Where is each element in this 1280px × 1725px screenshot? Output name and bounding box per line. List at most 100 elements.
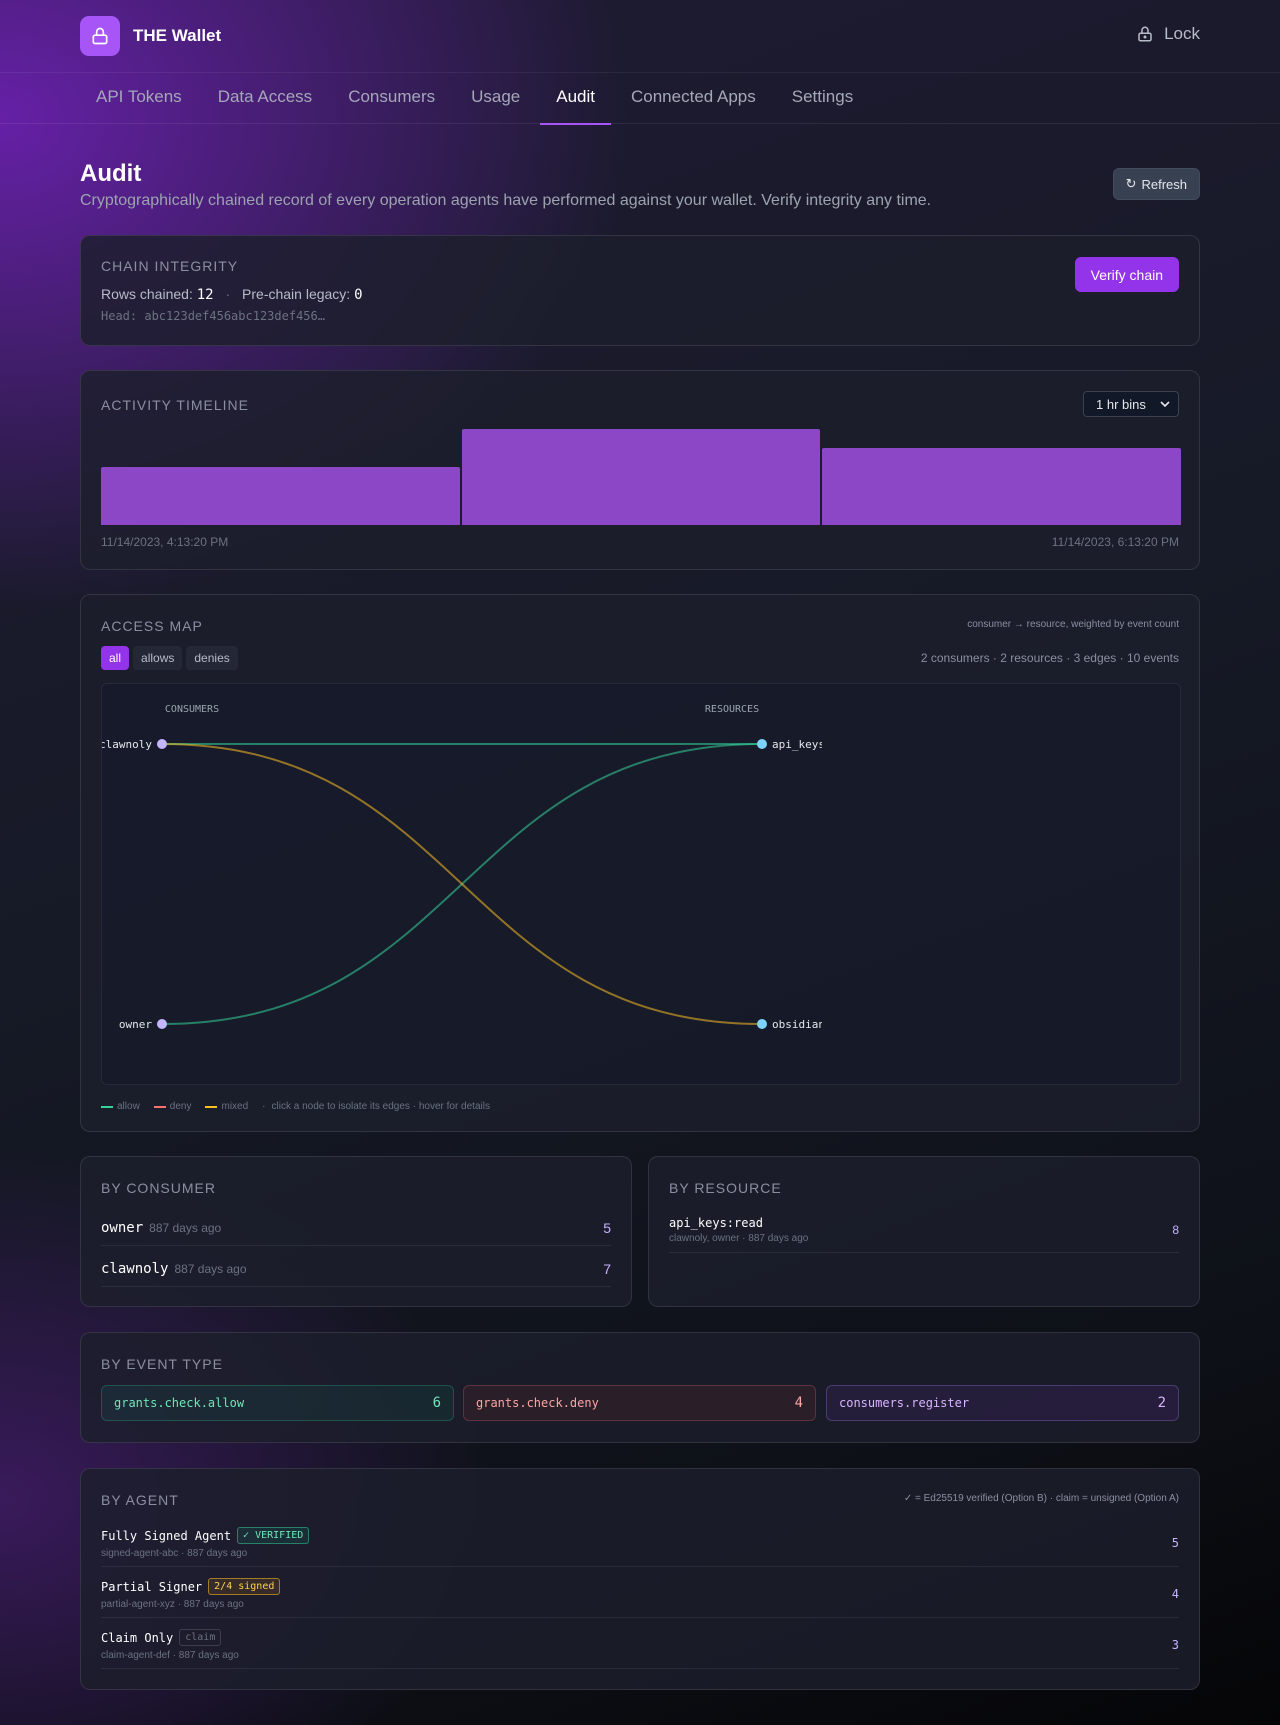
consumer-row-owner[interactable]: owner 887 days ago	[101, 1220, 221, 1236]
by-event-type-card: BY EVENT TYPE grants.check.allow 6 grants…	[80, 1332, 1200, 1443]
by-agent-note: ✓ = Ed25519 verified (Option B) · claim …	[903, 1493, 1179, 1504]
claim-badge: claim	[179, 1629, 222, 1646]
by-consumer-title: BY CONSUMER	[101, 1180, 216, 1196]
tab-connected-apps[interactable]: Connected Apps	[615, 73, 772, 124]
page-title: Audit	[80, 160, 142, 187]
access-map-summary: 2 consumers · 2 resources · 3 edges · 10…	[920, 651, 1179, 665]
event-type-consumers-register[interactable]: consumers.register 2	[826, 1385, 1179, 1421]
event-type-grants-check-allow[interactable]: grants.check.allow 6	[101, 1385, 454, 1421]
by-consumer-card: BY CONSUMER owner 887 days ago 5 clawnoly…	[80, 1156, 632, 1307]
by-event-type-title: BY EVENT TYPE	[101, 1356, 223, 1372]
refresh-button[interactable]: ↻ Refresh	[1112, 168, 1200, 200]
row-divider	[101, 1617, 1179, 1618]
tab-consumers[interactable]: Consumers	[332, 73, 451, 124]
agent-count-fully-signed: 5	[1171, 1536, 1179, 1550]
chain-head-hash: Head: abc123def456abc123def456…	[101, 309, 325, 323]
main-tabs: API Tokens Data Access Consumers Usage A…	[0, 73, 1280, 125]
chain-stats: Rows chained: 12 · Pre-chain legacy: 0	[101, 286, 363, 303]
resource-node-label: obsidian	[772, 1018, 825, 1031]
filter-allows[interactable]: allows	[133, 646, 183, 670]
resource-row-sub: clawnoly, owner · 887 days ago	[669, 1233, 809, 1244]
timeline-start-label: 11/14/2023, 4:13:20 PM	[101, 535, 229, 549]
resource-row-api-keys-read[interactable]: api_keys:read	[669, 1216, 763, 1230]
by-agent-card: BY AGENT ✓ = Ed25519 verified (Option B)…	[80, 1468, 1200, 1690]
app-title: THE Wallet	[133, 26, 222, 45]
refresh-icon: ↻	[1125, 176, 1137, 191]
chain-integrity-card: CHAIN INTEGRITY Rows chained: 12 · Pre-c…	[80, 235, 1200, 346]
page-subtitle: Cryptographically chained record of ever…	[80, 192, 932, 209]
brand[interactable]: THE Wallet	[80, 16, 221, 56]
consumer-count-owner: 5	[603, 1220, 611, 1236]
agent-count-partial-signer: 4	[1171, 1587, 1179, 1601]
timeline-bar[interactable]	[822, 448, 1181, 525]
refresh-label: Refresh	[1141, 176, 1187, 192]
legend-deny: deny	[153, 1101, 191, 1112]
top-bar: THE Wallet Lock	[0, 0, 1280, 73]
tab-api-tokens[interactable]: API Tokens	[80, 73, 198, 124]
agent-sub-fully-signed: signed-agent-abc · 887 days ago	[101, 1548, 248, 1559]
legend-hint: click a node to isolate its edges · hove…	[271, 1101, 490, 1112]
access-edge-clawnoly-obsidian[interactable]	[161, 743, 763, 1025]
tab-usage[interactable]: Usage	[455, 73, 536, 124]
pre-chain-legacy-label: Pre-chain legacy:	[242, 286, 351, 302]
agent-sub-claim-only: claim-agent-def · 887 days ago	[101, 1650, 239, 1661]
by-resource-title: BY RESOURCE	[669, 1180, 782, 1196]
timeline-bar[interactable]	[461, 429, 821, 525]
access-map-svg[interactable]: CONSUMERS RESOURCES clawnoly owner api_keyso…	[102, 684, 1180, 1084]
resources-column-header: RESOURCES	[705, 704, 759, 715]
lock-label: Lock	[1164, 24, 1200, 43]
by-resource-card: BY RESOURCE api_keys:read clawnoly, owne…	[648, 1156, 1200, 1307]
row-divider	[669, 1252, 1179, 1253]
access-map-filters: all allows denies	[101, 646, 242, 670]
agent-row-fully-signed[interactable]: Fully Signed Agent ✓ VERIFIED	[101, 1527, 310, 1544]
rows-chained-label: Rows chained:	[101, 286, 193, 302]
access-map-graph[interactable]: CONSUMERS RESOURCES clawnoly owner api_keyso…	[101, 683, 1181, 1085]
row-divider	[101, 1566, 1179, 1567]
lock-button[interactable]: Lock	[1136, 24, 1200, 44]
resource-node-api_keys[interactable]	[757, 739, 767, 749]
agent-row-partial-signer[interactable]: Partial Signer 2/4 signed	[101, 1578, 281, 1595]
verify-chain-button[interactable]: Verify chain	[1074, 257, 1179, 292]
rows-chained-value: 12	[196, 287, 214, 303]
tab-settings[interactable]: Settings	[776, 73, 869, 124]
chain-integrity-title: CHAIN INTEGRITY	[101, 258, 239, 274]
legend-separator: ·	[262, 1101, 266, 1112]
filter-all[interactable]: all	[101, 646, 130, 670]
legend-mixed: mixed	[205, 1101, 248, 1112]
resource-count: 8	[1172, 1223, 1179, 1237]
activity-timeline-title: ACTIVITY TIMELINE	[101, 397, 249, 413]
resource-node-obsidian[interactable]	[757, 1019, 767, 1029]
verified-badge: ✓ VERIFIED	[237, 1527, 310, 1544]
access-map-title: ACCESS MAP	[101, 618, 203, 634]
access-map-note: consumer → resource, weighted by event c…	[967, 619, 1179, 630]
tab-audit[interactable]: Audit	[540, 73, 611, 125]
row-divider	[101, 1245, 611, 1246]
legend-allow: allow	[101, 1101, 140, 1112]
timeline-bars	[101, 429, 1181, 525]
consumer-node-label: owner	[119, 1018, 152, 1031]
consumer-node-label: clawnoly	[102, 738, 152, 751]
consumer-node-clawnoly[interactable]	[157, 739, 167, 749]
timeline-end-label: 11/14/2023, 6:13:20 PM	[1051, 535, 1179, 549]
bin-size-value: 1 hr bins	[1096, 396, 1146, 412]
row-divider	[101, 1286, 611, 1287]
resource-node-label: api_keys	[772, 738, 825, 751]
agent-row-claim-only[interactable]: Claim Only claim	[101, 1629, 222, 1646]
chevron-down-icon	[1160, 401, 1170, 408]
bin-size-select[interactable]: 1 hr bins	[1083, 391, 1179, 417]
activity-timeline-card: ACTIVITY TIMELINE 1 hr bins 11/14/2023, …	[80, 370, 1200, 570]
timeline-bar[interactable]	[101, 467, 460, 525]
consumer-row-clawnoly[interactable]: clawnoly 887 days ago	[101, 1261, 247, 1277]
consumer-node-owner[interactable]	[157, 1019, 167, 1029]
lock-icon	[1138, 26, 1152, 42]
agent-sub-partial-signer: partial-agent-xyz · 887 days ago	[101, 1599, 244, 1610]
tab-data-access[interactable]: Data Access	[202, 73, 329, 124]
pre-chain-legacy-value: 0	[354, 287, 363, 303]
consumer-count-clawnoly: 7	[603, 1261, 611, 1277]
wallet-lock-logo-icon	[80, 16, 120, 56]
consumers-column-header: CONSUMERS	[165, 704, 219, 715]
access-map-card: ACCESS MAP consumer → resource, weighted…	[80, 594, 1200, 1132]
event-type-grants-check-deny[interactable]: grants.check.deny 4	[463, 1385, 816, 1421]
filter-denies[interactable]: denies	[186, 646, 238, 670]
agent-count-claim-only: 3	[1171, 1638, 1179, 1652]
